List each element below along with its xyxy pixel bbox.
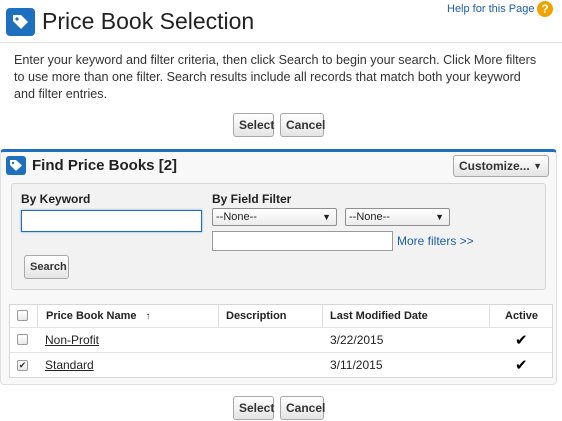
column-header-name[interactable]: Price Book Name ↑ <box>46 310 151 322</box>
price-book-link[interactable]: Non-Profit <box>45 333 99 347</box>
keyword-label: By Keyword <box>21 192 91 206</box>
column-divider <box>489 305 490 327</box>
column-header-active[interactable]: Active <box>505 310 538 322</box>
active-check-icon: ✔ <box>515 357 528 374</box>
column-header-description[interactable]: Description <box>226 310 287 322</box>
chevron-down-icon: ▼ <box>322 212 331 222</box>
cancel-button-top[interactable]: Cancel <box>280 113 325 137</box>
column-divider <box>322 305 323 327</box>
help-link[interactable]: Help for this Page <box>447 3 534 15</box>
active-check-icon: ✔ <box>515 332 528 349</box>
field-select[interactable]: --None-- ▼ <box>212 208 337 226</box>
filter-value-input[interactable] <box>212 231 393 251</box>
row-checkbox-checked[interactable]: ✔ <box>17 360 28 371</box>
row-checkbox[interactable] <box>17 334 28 345</box>
last-modified-cell: 3/22/2015 <box>330 333 384 347</box>
chevron-down-icon: ▼ <box>435 212 444 222</box>
keyword-input[interactable] <box>21 210 202 232</box>
cancel-button-bottom[interactable]: Cancel <box>280 396 325 420</box>
price-tag-icon <box>6 8 35 36</box>
search-button[interactable]: Search <box>24 255 69 279</box>
panel-title: Find Price Books [2] <box>32 157 178 174</box>
page-title: Price Book Selection <box>42 8 255 34</box>
chevron-down-icon: ▼ <box>533 161 542 171</box>
customize-button[interactable]: Customize... ▼ <box>453 155 549 177</box>
customize-label: Customize... <box>459 159 530 173</box>
checkmark-icon: ✔ <box>18 360 27 370</box>
last-modified-cell: 3/11/2015 <box>330 358 383 372</box>
row-divider <box>10 327 552 328</box>
field-select-value: --None-- <box>216 211 257 223</box>
select-all-checkbox[interactable] <box>17 310 28 321</box>
price-book-link[interactable]: Standard <box>45 358 94 372</box>
field-filter-label: By Field Filter <box>212 192 292 206</box>
price-book-icon <box>6 156 26 175</box>
sort-ascending-icon: ↑ <box>145 311 151 322</box>
more-filters-link[interactable]: More filters >> <box>397 234 474 248</box>
instructions-text: Enter your keyword and filter criteria, … <box>14 53 537 101</box>
column-divider <box>37 305 38 327</box>
help-icon[interactable]: ? <box>537 1 553 17</box>
operator-select[interactable]: --None-- ▼ <box>345 208 450 226</box>
header-divider <box>0 42 562 43</box>
operator-select-value: --None-- <box>349 211 390 223</box>
select-button-top[interactable]: Select <box>233 113 274 137</box>
column-header-name-label: Price Book Name <box>46 310 137 322</box>
row-divider <box>10 352 552 353</box>
select-button-bottom[interactable]: Select <box>233 396 274 420</box>
column-divider <box>218 305 219 327</box>
column-header-last-modified[interactable]: Last Modified Date <box>330 310 428 322</box>
